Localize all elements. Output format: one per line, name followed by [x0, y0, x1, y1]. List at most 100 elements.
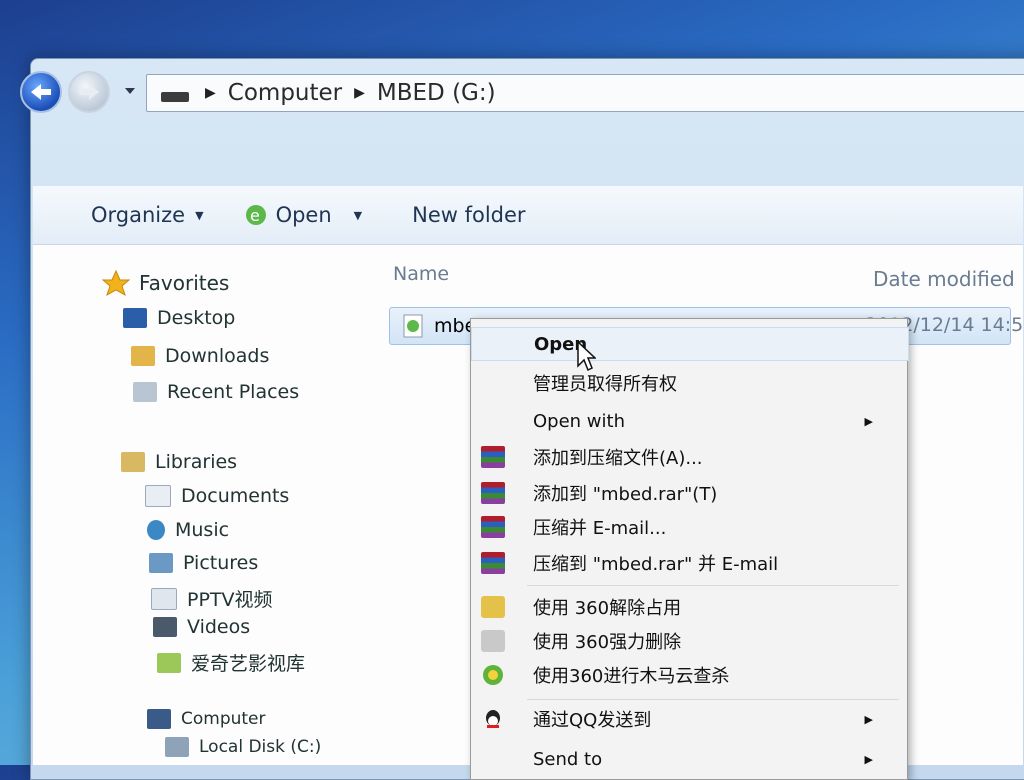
new-folder-label: New folder — [412, 203, 526, 227]
360-shredder-icon — [481, 630, 505, 652]
pptv-folder-icon — [151, 587, 177, 610]
open-label: Open — [275, 203, 332, 227]
menu-360-scan-label: 使用360进行木马云查杀 — [533, 666, 730, 687]
mouse-cursor-icon — [577, 340, 596, 372]
name-column-header[interactable]: Name — [393, 263, 449, 285]
nav-pictures[interactable]: Pictures — [149, 552, 258, 574]
360-unlock-icon — [481, 596, 505, 618]
back-button[interactable] — [20, 71, 62, 113]
menu-compress-rar-email-label: 压缩到 "mbed.rar" 并 E-mail — [533, 554, 779, 575]
nav-local-disk[interactable]: Local Disk (C:) — [165, 737, 321, 757]
menu-item-compress-rar-email[interactable]: 压缩到 "mbed.rar" 并 E-mail — [471, 547, 907, 579]
music-icon — [147, 520, 165, 540]
desktop-icon — [123, 308, 147, 328]
nav-recent-label: Recent Places — [167, 381, 300, 403]
menu-add-archive-label: 添加到压缩文件(A)... — [533, 448, 703, 469]
command-bar: Organize ▼ e Open ▼ New folder — [33, 186, 1023, 245]
menu-item-360-unlock[interactable]: 使用 360解除占用 — [471, 591, 907, 623]
menu-separator — [527, 585, 899, 586]
nav-documents-label: Documents — [181, 485, 290, 507]
organize-label: Organize — [91, 203, 186, 227]
nav-desktop-label: Desktop — [157, 307, 236, 329]
nav-downloads[interactable]: Downloads — [131, 345, 269, 367]
nav-local-disk-label: Local Disk (C:) — [199, 737, 322, 757]
local-disk-icon — [165, 737, 189, 757]
open-button[interactable]: e Open ▼ — [244, 203, 363, 227]
nav-pptv[interactable]: PPTV视频 — [151, 585, 273, 612]
menu-add-mbed-rar-label: 添加到 "mbed.rar"(T) — [533, 484, 718, 505]
navigation-bar: ▶ Computer ▶ MBED (G:) — [20, 66, 1024, 114]
recent-pages-dropdown-icon[interactable] — [124, 86, 136, 96]
ie-icon: e — [245, 205, 266, 225]
forward-button[interactable] — [68, 71, 110, 113]
new-folder-button[interactable]: New folder — [412, 203, 525, 227]
nav-iqiyi-label: 爱奇艺影视库 — [191, 653, 306, 675]
chevron-down-icon: ▼ — [195, 208, 204, 222]
nav-pictures-label: Pictures — [183, 552, 259, 574]
libraries-icon — [121, 452, 145, 472]
html-file-icon — [403, 314, 423, 338]
menu-item-compress-email[interactable]: 压缩并 E-mail... — [471, 511, 907, 543]
back-arrow-icon — [31, 84, 51, 100]
menu-item-open[interactable]: Open — [471, 327, 909, 361]
menu-item-send-to[interactable]: Send to ▶ — [471, 743, 907, 775]
breadcrumb-computer[interactable]: Computer — [228, 80, 342, 106]
videos-icon — [153, 617, 177, 637]
nav-music[interactable]: Music — [147, 519, 229, 541]
nav-music-label: Music — [175, 519, 230, 541]
nav-computer-label: Computer — [181, 709, 266, 729]
nav-pptv-label: PPTV视频 — [187, 589, 273, 611]
context-menu: Open 管理员取得所有权 Open with ▶ 添加到压缩文件(A)... … — [470, 318, 909, 780]
nav-favorites-label: Favorites — [139, 271, 230, 295]
svg-text:e: e — [250, 206, 260, 225]
organize-button[interactable]: Organize ▼ — [91, 203, 204, 227]
forward-arrow-icon — [79, 84, 99, 100]
breadcrumb-separator-icon[interactable]: ▶ — [205, 85, 216, 101]
menu-360-delete-label: 使用 360强力删除 — [533, 632, 682, 653]
winrar-icon — [481, 552, 505, 574]
downloads-icon — [131, 346, 155, 366]
menu-separator — [527, 699, 899, 700]
menu-open-with-label: Open with — [533, 410, 625, 432]
submenu-arrow-icon: ▶ — [864, 752, 873, 766]
nav-libraries-label: Libraries — [155, 451, 238, 473]
menu-item-360-delete[interactable]: 使用 360强力删除 — [471, 625, 907, 657]
nav-videos-label: Videos — [187, 616, 251, 638]
menu-qq-send-label: 通过QQ发送到 — [533, 710, 652, 731]
qq-penguin-icon — [486, 710, 500, 728]
nav-computer[interactable]: Computer — [147, 709, 266, 729]
recent-places-icon — [133, 382, 157, 402]
nav-libraries[interactable]: Libraries — [121, 451, 237, 473]
menu-item-add-archive[interactable]: 添加到压缩文件(A)... — [471, 441, 907, 473]
menu-take-ownership-label: 管理员取得所有权 — [533, 374, 677, 395]
date-modified-column-header[interactable]: Date modified — [873, 267, 1015, 291]
menu-item-take-ownership[interactable]: 管理员取得所有权 — [471, 367, 907, 399]
menu-compress-email-label: 压缩并 E-mail... — [533, 518, 667, 539]
chevron-down-icon: ▼ — [353, 208, 363, 222]
pictures-icon — [149, 553, 173, 573]
nav-downloads-label: Downloads — [165, 345, 270, 367]
menu-item-qq-send[interactable]: 通过QQ发送到 ▶ — [471, 703, 907, 735]
menu-item-360-scan[interactable]: 使用360进行木马云查杀 — [471, 659, 907, 691]
winrar-icon — [481, 446, 505, 468]
nav-recent-places[interactable]: Recent Places — [133, 381, 299, 403]
star-icon — [101, 269, 131, 297]
breadcrumb-mbed[interactable]: MBED (G:) — [377, 80, 496, 106]
menu-item-open-with[interactable]: Open with ▶ — [471, 405, 907, 437]
nav-favorites[interactable]: Favorites — [101, 269, 229, 297]
address-bar[interactable]: ▶ Computer ▶ MBED (G:) — [146, 74, 1024, 112]
nav-desktop[interactable]: Desktop — [123, 307, 235, 329]
winrar-icon — [481, 482, 505, 504]
submenu-arrow-icon: ▶ — [864, 712, 873, 726]
menu-item-add-mbed-rar[interactable]: 添加到 "mbed.rar"(T) — [471, 477, 907, 509]
documents-icon — [145, 485, 171, 507]
nav-documents[interactable]: Documents — [145, 485, 289, 507]
menu-send-to-label: Send to — [533, 748, 603, 770]
menu-360-unlock-label: 使用 360解除占用 — [533, 598, 682, 619]
computer-icon — [147, 709, 171, 729]
iqiyi-icon — [157, 652, 181, 673]
nav-videos[interactable]: Videos — [153, 616, 250, 638]
breadcrumb-separator-icon[interactable]: ▶ — [354, 85, 365, 101]
nav-iqiyi[interactable]: 爱奇艺影视库 — [157, 649, 305, 676]
navigation-pane: Favorites Desktop Downloads Recent Place… — [33, 245, 363, 765]
